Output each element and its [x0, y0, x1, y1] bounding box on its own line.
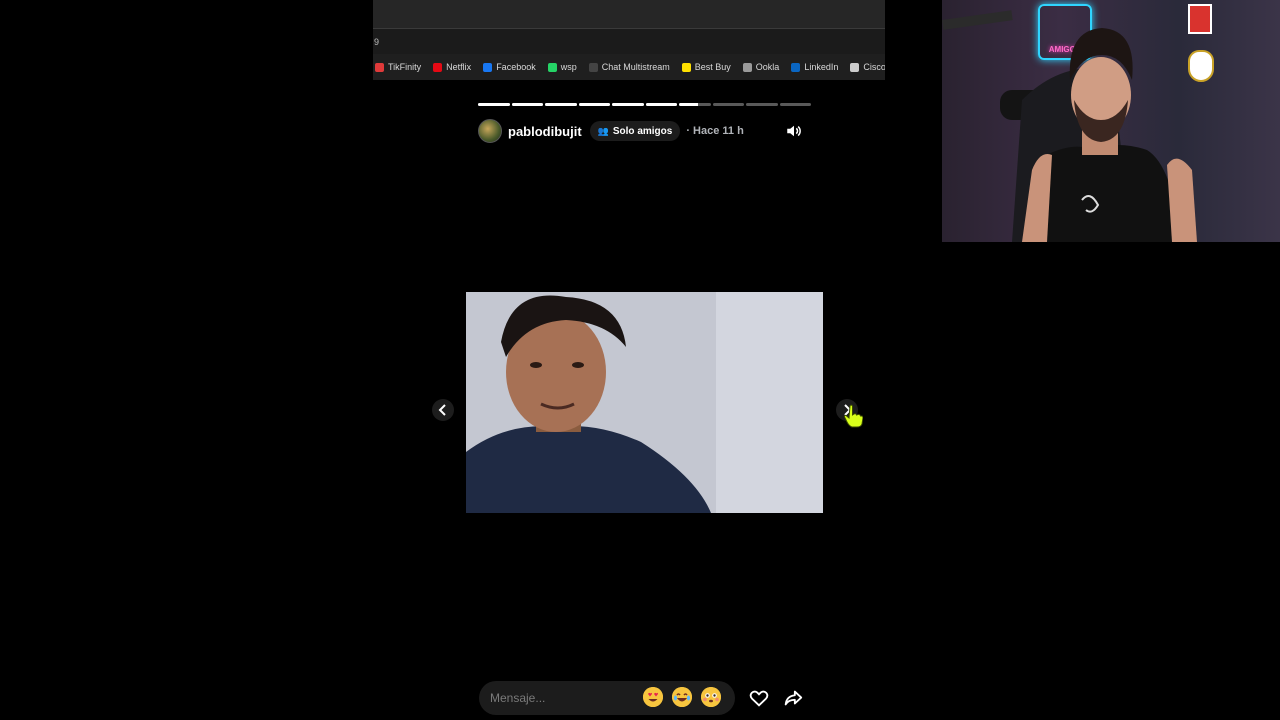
browser-chrome: 9 TikFinity Netflix Facebook wsp Chat Multis…	[373, 0, 885, 80]
timestamp: · Hace 11 h	[686, 125, 744, 137]
bookmark-label: Chat Multistream	[601, 62, 670, 72]
bookmark-label: Cisco	[863, 62, 885, 72]
avatar[interactable]	[478, 119, 502, 143]
bookmark-label: Facebook	[496, 62, 536, 72]
bookmarks-bar: TikFinity Netflix Facebook wsp Chat Multistr…	[373, 54, 885, 80]
story-progress	[478, 103, 811, 106]
linkedin-icon	[791, 62, 801, 72]
streamer-image	[942, 10, 1197, 242]
ookla-icon	[742, 62, 752, 72]
progress-segment	[478, 103, 510, 106]
progress-segment	[612, 103, 644, 106]
bookmark-best-buy[interactable]: Best Buy	[681, 62, 731, 72]
progress-segment	[645, 103, 677, 106]
volume-icon[interactable]	[785, 122, 803, 140]
hand-cursor-icon	[843, 404, 863, 428]
progress-segment	[545, 103, 577, 106]
netflix-icon	[433, 62, 443, 72]
bookmark-ookla[interactable]: Ookla	[742, 62, 780, 72]
chat-icon	[588, 62, 598, 72]
bookmark-netflix[interactable]: Netflix	[433, 62, 471, 72]
audience-badge: 👥 Solo amigos	[589, 121, 681, 141]
share-arrow-icon[interactable]	[782, 687, 804, 709]
friends-icon: 👥	[597, 125, 609, 136]
progress-segment	[679, 103, 711, 106]
username[interactable]: pablodibujit	[508, 124, 582, 139]
message-input[interactable]	[490, 691, 640, 705]
bookmark-label: Netflix	[446, 62, 472, 72]
progress-segment	[712, 103, 744, 106]
progress-fill	[679, 103, 698, 106]
progress-segment	[578, 103, 610, 106]
progress-fill	[545, 103, 577, 106]
story-header: pablodibujit 👥 Solo amigos · Hace 11 h	[478, 119, 811, 143]
progress-fill	[645, 103, 677, 106]
facebook-icon	[483, 62, 493, 72]
bookmark-linkedin[interactable]: LinkedIn	[791, 62, 838, 72]
bookmark-label: LinkedIn	[804, 62, 839, 72]
audience-label: Solo amigos	[612, 125, 673, 137]
bookmark-chat-multistream[interactable]: Chat Multistream	[588, 62, 670, 72]
story-video[interactable]	[466, 292, 823, 513]
reaction-flushed-icon[interactable]	[701, 687, 721, 707]
chevron-left-icon	[438, 404, 446, 416]
address-text: 9	[374, 37, 380, 47]
address-bar[interactable]: 9	[373, 28, 885, 54]
bookmark-label: wsp	[560, 62, 577, 72]
bestbuy-icon	[681, 62, 691, 72]
tikfinity-icon	[375, 62, 384, 72]
progress-segment	[511, 103, 543, 106]
bookmark-label: Ookla	[755, 62, 780, 72]
progress-fill	[511, 103, 543, 106]
streamer-webcam: AMIGOS	[942, 0, 1280, 242]
reaction-heart-eyes-icon[interactable]	[643, 687, 663, 707]
like-heart-icon[interactable]	[748, 687, 770, 709]
bookmark-label: Best Buy	[694, 62, 731, 72]
tab-strip	[373, 0, 885, 28]
progress-fill	[612, 103, 644, 106]
progress-fill	[578, 103, 610, 106]
bookmark-facebook[interactable]: Facebook	[483, 62, 536, 72]
bookmark-label: TikFinity	[388, 62, 422, 72]
reaction-laughing-icon[interactable]	[672, 687, 692, 707]
bookmark-wsp[interactable]: wsp	[547, 62, 577, 72]
progress-segment	[779, 103, 811, 106]
cisco-icon	[850, 62, 860, 72]
progress-fill	[478, 103, 510, 106]
bookmark-tikfinity[interactable]: TikFinity	[375, 62, 421, 72]
bookmark-cisco[interactable]: Cisco	[850, 62, 885, 72]
message-bar	[479, 681, 735, 715]
previous-story-button[interactable]	[432, 399, 454, 421]
progress-segment	[746, 103, 778, 106]
whatsapp-icon	[547, 62, 557, 72]
video-person-image	[466, 292, 823, 513]
